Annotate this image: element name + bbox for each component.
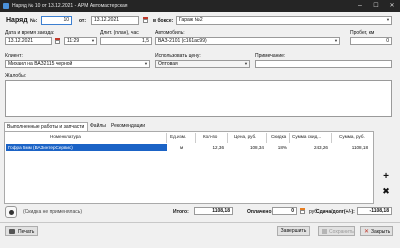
total-field: 1108,18 bbox=[194, 207, 233, 215]
price-type-value: Оптовая bbox=[158, 61, 178, 67]
car-value: ВАЗ-2101 (с161ас99) bbox=[158, 38, 207, 44]
row-sum: 1108,18 bbox=[351, 145, 368, 150]
table-row[interactable]: Гофра 5мм (ВАЗинтерСервис) м 12,36 108,3… bbox=[6, 144, 372, 151]
row-price: 108,34 bbox=[249, 145, 264, 150]
box-label: в боксе: bbox=[153, 18, 174, 24]
arrival-date-calendar-icon[interactable] bbox=[54, 37, 61, 45]
delete-row-button[interactable]: ✖ bbox=[380, 185, 392, 197]
datetime-label: Дата и время заезда: bbox=[5, 30, 55, 36]
finish-button[interactable]: Завершить bbox=[277, 226, 310, 236]
add-row-button[interactable]: + bbox=[380, 171, 392, 183]
number-label: №: bbox=[30, 18, 38, 24]
chevron-down-icon: ▼ bbox=[244, 61, 248, 66]
client-value: Михаил на ВАЗ2115 черной bbox=[8, 61, 73, 67]
printer-icon bbox=[9, 229, 15, 234]
order-number-field[interactable]: 10 bbox=[41, 16, 72, 25]
phone-icon bbox=[9, 210, 14, 215]
order-label: Наряд bbox=[6, 17, 28, 24]
minimize-button[interactable]: – bbox=[352, 0, 368, 12]
tab-works-and-parts[interactable]: Выполненные работы и запчасти bbox=[4, 122, 88, 131]
print-label: Печать bbox=[18, 229, 35, 235]
client-select[interactable]: Михаил на ВАЗ2115 черной ▼ bbox=[5, 60, 150, 68]
arrival-date-field[interactable]: 13.12.2021 bbox=[5, 37, 52, 45]
note-field[interactable] bbox=[255, 60, 392, 68]
discount-button[interactable] bbox=[5, 206, 17, 218]
price-type-label: Использовать цену: bbox=[155, 53, 201, 59]
footer-divider bbox=[0, 222, 400, 223]
client-label: Клиент: bbox=[5, 53, 23, 59]
chevron-down-icon: ▼ bbox=[334, 38, 338, 43]
print-button[interactable]: Печать bbox=[5, 226, 38, 236]
title-bar: Наряд № 10 от 13.12.2021 - АРМ Автомасте… bbox=[0, 0, 400, 12]
column-header-discount-sum[interactable]: Сумма скид... bbox=[292, 134, 321, 139]
save-label: Сохранить bbox=[329, 229, 354, 235]
duration-field[interactable]: 1,5 bbox=[100, 37, 152, 45]
complaints-label: Жалобы: bbox=[5, 73, 27, 79]
close-icon: ✕ bbox=[364, 229, 370, 235]
app-icon bbox=[3, 3, 9, 9]
date-label: от: bbox=[79, 18, 87, 24]
price-type-select[interactable]: Оптовая ▼ bbox=[155, 60, 250, 68]
save-button[interactable]: Сохранить bbox=[318, 226, 355, 236]
tab-recommendations[interactable]: Рекомендации bbox=[109, 122, 153, 131]
car-select[interactable]: ВАЗ-2101 (с161ас99) ▼ bbox=[155, 37, 340, 45]
tab-files[interactable]: Файлы bbox=[88, 122, 109, 131]
order-date-calendar-icon[interactable] bbox=[142, 16, 149, 24]
save-icon bbox=[322, 229, 327, 234]
close-label: Закрыть bbox=[371, 229, 391, 235]
row-unit: м bbox=[180, 145, 184, 150]
chevron-down-icon: ▼ bbox=[386, 17, 390, 22]
order-date-field[interactable]: 13.12.2021 bbox=[91, 16, 139, 25]
row-name: Гофра 5мм (ВАЗинтерСервис) bbox=[8, 145, 73, 150]
close-window-button[interactable]: ✕ bbox=[384, 0, 400, 12]
row-discount-sum: 243,26 bbox=[313, 145, 328, 150]
chevron-down-icon: ▼ bbox=[144, 61, 148, 66]
column-header-nomenclature[interactable]: Номенклатура bbox=[50, 134, 81, 139]
payment-icon[interactable] bbox=[299, 207, 306, 215]
complaints-field[interactable] bbox=[5, 80, 392, 117]
debt-field: -1108,18 bbox=[357, 207, 392, 215]
column-header-discount[interactable]: Скидка bbox=[271, 134, 286, 139]
duration-label: Длит. (план), час bbox=[100, 30, 139, 36]
parts-table[interactable]: Номенклатура Ед.изм. Кол-во Цена, руб. С… bbox=[4, 131, 374, 204]
discount-note: (Скидка не применялась) bbox=[23, 209, 83, 215]
debt-label: Сдача/долг(+/-): bbox=[316, 209, 355, 215]
column-header-unit[interactable]: Ед.изм. bbox=[170, 134, 186, 139]
total-label: Итого: bbox=[173, 209, 189, 215]
maximize-button[interactable]: ☐ bbox=[368, 0, 384, 12]
close-button[interactable]: ✕ Закрыть bbox=[360, 226, 393, 236]
column-header-sum[interactable]: Сумма, руб. bbox=[339, 134, 365, 139]
paid-label: Оплачено: bbox=[247, 209, 274, 215]
car-label: Автомобиль: bbox=[155, 30, 185, 36]
column-header-price[interactable]: Цена, руб. bbox=[234, 134, 256, 139]
mileage-label: Пробег, км bbox=[350, 30, 375, 36]
box-select[interactable]: Гараж №2 ▼ bbox=[176, 16, 392, 25]
arrival-time-field[interactable]: 11:29 ▼ bbox=[64, 37, 97, 45]
paid-field[interactable]: 0 bbox=[272, 207, 297, 215]
arrival-time-value: 11:29 bbox=[67, 38, 80, 44]
column-header-quantity[interactable]: Кол-во bbox=[203, 134, 217, 139]
note-label: Примечание: bbox=[255, 53, 286, 59]
mileage-field[interactable]: 0 bbox=[350, 37, 392, 45]
row-quantity: 12,36 bbox=[212, 145, 225, 150]
window-title: Наряд № 10 от 13.12.2021 - АРМ Автомасте… bbox=[12, 3, 128, 9]
chevron-down-icon: ▼ bbox=[91, 38, 95, 43]
row-discount: 18% bbox=[277, 145, 287, 150]
box-value: Гараж №2 bbox=[179, 17, 203, 23]
